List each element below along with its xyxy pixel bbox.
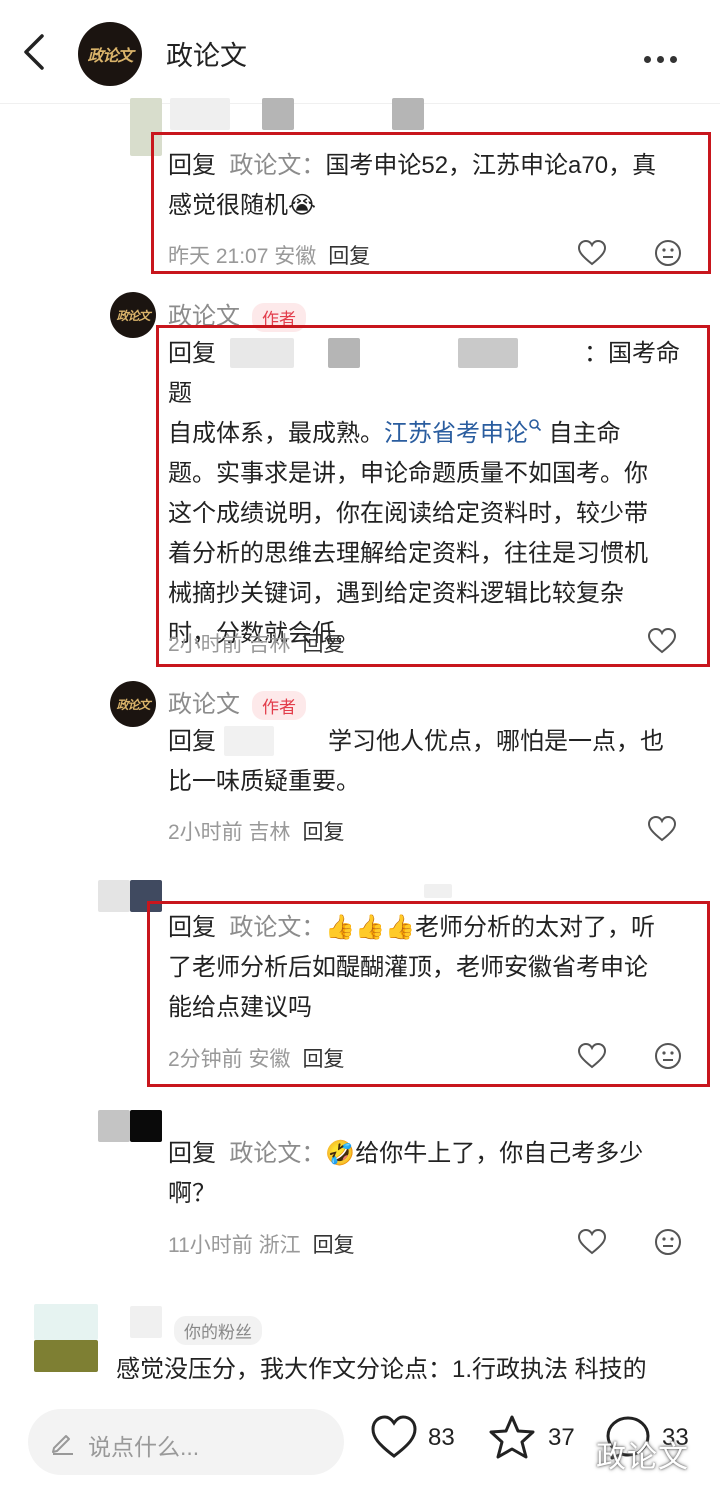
favorite-count: 37	[548, 1424, 575, 1451]
author-badge: 作者	[252, 691, 306, 721]
author-avatar[interactable]: 政论文	[110, 292, 156, 338]
chevron-left-icon	[24, 34, 44, 70]
blurred-avatar	[34, 1340, 98, 1372]
reply-button[interactable]: 回复	[303, 821, 345, 844]
blurred-username	[224, 726, 274, 756]
comment-text: 给你牛上了，你自己考多少	[355, 1140, 644, 1167]
blurred-username	[130, 1306, 162, 1338]
account-avatar[interactable]: 政论文	[78, 22, 142, 86]
blurred-username	[170, 98, 230, 130]
watermark: 政论文	[596, 1440, 689, 1475]
blurred-avatar	[98, 1110, 130, 1142]
heart-icon[interactable]	[578, 1229, 606, 1255]
avatar-logo: 政论文	[116, 308, 150, 323]
comment-text: 比一味质疑重要。	[168, 768, 360, 795]
reply-comment-5[interactable]: 回复 政论文：🤣给你牛上了，你自己考多少 啊？	[168, 1134, 698, 1214]
comment-text: 感觉没压分，我大作文分论点：1.行政执法 科技的	[116, 1356, 647, 1383]
author-name-row: 政论文 作者	[168, 684, 306, 721]
author-name[interactable]: 政论文	[168, 691, 240, 718]
star-icon	[489, 1415, 535, 1459]
highlight-box	[156, 325, 710, 667]
comment-meta: 11小时前 浙江 回复	[168, 1229, 355, 1259]
author-avatar[interactable]: 政论文	[110, 681, 156, 727]
account-name[interactable]: 政论文	[166, 34, 247, 73]
blurred-avatar	[98, 880, 130, 912]
timestamp-location: 2小时前 吉林	[168, 821, 291, 844]
back-button[interactable]	[20, 30, 60, 74]
timestamp-location: 11小时前 浙江	[168, 1234, 301, 1257]
highlight-box	[151, 132, 711, 274]
author-reply-comment[interactable]: 回复 学习他人优点，哪怕是一点，也 比一味质疑重要。	[168, 722, 698, 802]
like-count: 83	[428, 1424, 455, 1451]
top-bar: 政论文 政论文	[0, 0, 720, 104]
heart-icon[interactable]	[648, 816, 676, 842]
pencil-icon	[52, 1435, 73, 1455]
reply-prefix: 回复	[168, 1140, 216, 1167]
top-level-comment[interactable]: 感觉没压分，我大作文分论点：1.行政执法 科技的	[116, 1350, 716, 1390]
fan-badge: 你的粉丝	[174, 1316, 262, 1345]
blurred-username	[424, 884, 452, 898]
more-options-button[interactable]	[644, 50, 683, 68]
fan-badge-wrap: 你的粉丝	[174, 1316, 262, 1345]
emoji-reaction-icon[interactable]	[654, 1228, 682, 1256]
reply-button[interactable]: 回复	[313, 1234, 355, 1257]
highlight-box	[147, 901, 710, 1087]
blurred-username	[392, 98, 424, 130]
avatar-logo: 政论文	[87, 46, 133, 65]
comment-placeholder: 说点什么...	[88, 1434, 200, 1460]
laughing-emoji: 🤣	[325, 1140, 356, 1167]
heart-icon	[371, 1415, 417, 1458]
comment-meta: 2小时前 吉林 回复	[168, 816, 345, 846]
comment-text: 啊？	[168, 1180, 216, 1207]
reply-target[interactable]: 政论文：	[229, 1140, 325, 1167]
blurred-avatar	[34, 1304, 98, 1340]
comment-text: 学习他人优点，哪怕是一点，也	[328, 728, 664, 755]
blurred-avatar	[130, 1110, 162, 1142]
comment-input[interactable]: 说点什么...	[28, 1409, 344, 1475]
blurred-username	[262, 98, 294, 130]
reply-prefix: 回复	[168, 728, 216, 755]
avatar-logo: 政论文	[116, 697, 150, 712]
